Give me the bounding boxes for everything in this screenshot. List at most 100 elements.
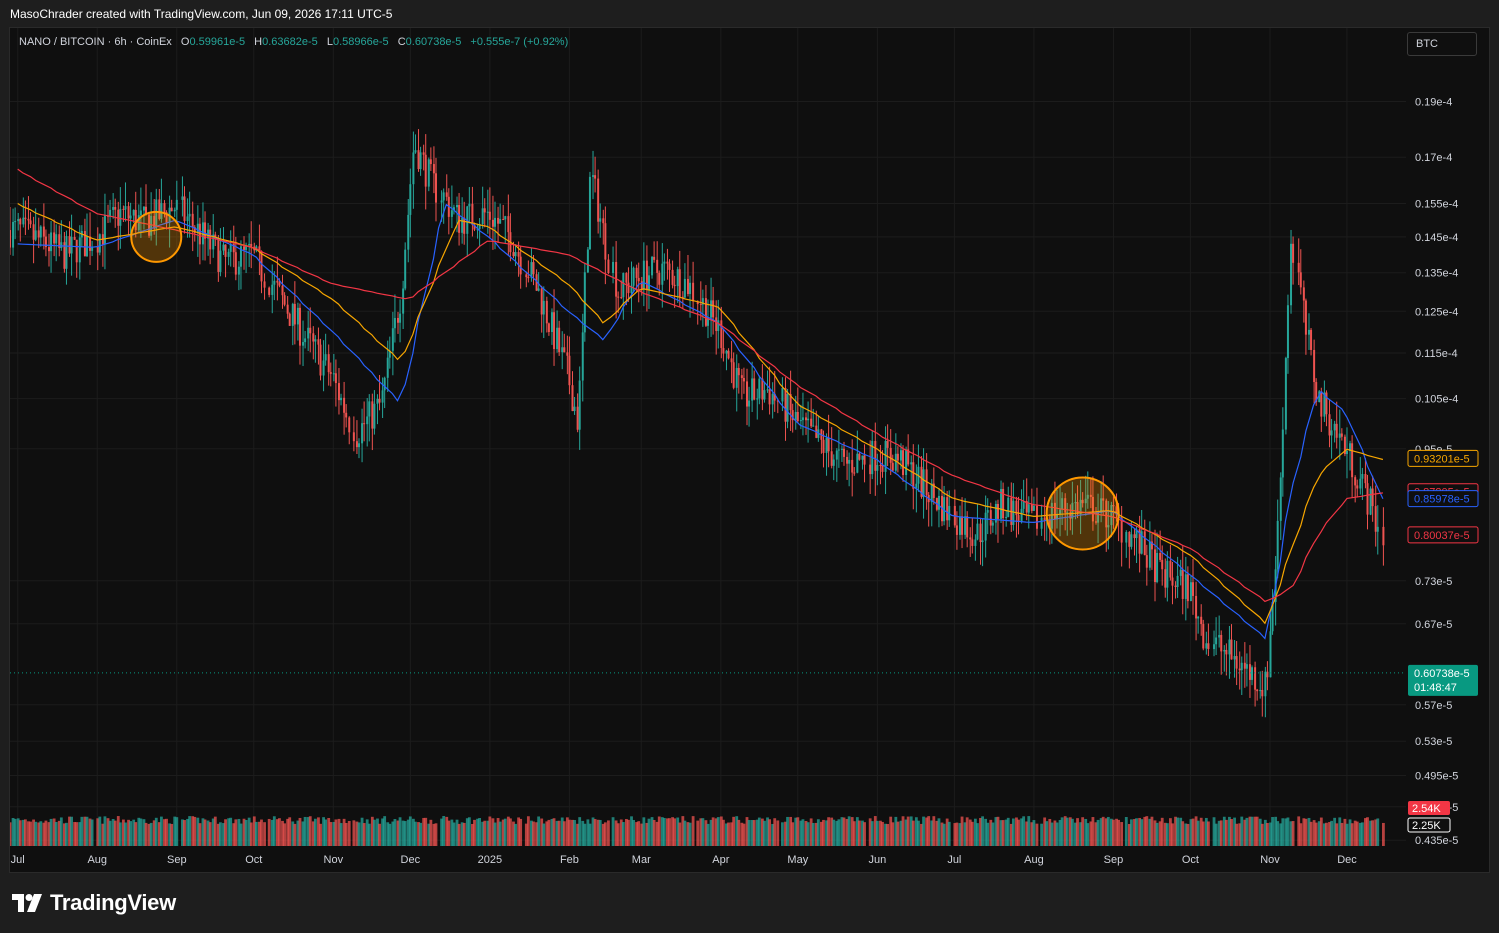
volume-bar: [473, 819, 476, 846]
candle-body: [673, 284, 676, 287]
candle-body: [22, 217, 25, 225]
candle-body: [1235, 656, 1238, 669]
candle-body: [142, 206, 145, 211]
candle-body: [768, 389, 771, 405]
candle-body: [456, 205, 459, 208]
tradingview-logo[interactable]: TradingView: [12, 890, 176, 916]
candle-body: [1020, 508, 1023, 522]
candle-body: [419, 152, 422, 170]
candle-body: [268, 287, 271, 295]
candle-body: [442, 192, 445, 201]
volume-bar: [234, 819, 238, 846]
y-tick-label: 0.135e-4: [1415, 268, 1458, 280]
candle-body: [668, 263, 671, 270]
volume-bar: [1140, 819, 1144, 846]
volume-bar: [678, 822, 682, 846]
volume-bar: [911, 820, 915, 846]
volume-bar: [906, 816, 910, 846]
candle-body: [986, 510, 989, 513]
candle-body: [24, 217, 27, 219]
volume-bar: [1201, 821, 1205, 846]
candle-body: [715, 317, 718, 331]
volume-bar: [701, 818, 705, 846]
candle-body: [175, 199, 178, 210]
volume-bar: [688, 822, 692, 846]
x-tick-label: Dec: [401, 854, 421, 866]
volume-bar: [393, 819, 397, 846]
candle-body: [65, 236, 68, 269]
volume-bar: [955, 822, 959, 846]
candle-body: [856, 453, 859, 473]
currency-button[interactable]: BTC: [1407, 32, 1477, 56]
candle-body: [958, 516, 961, 535]
candle-body: [1240, 662, 1243, 671]
volume-bar: [362, 823, 366, 846]
candle-body: [373, 403, 376, 429]
ma-line-mid: [17, 202, 1384, 625]
volume-bar: [896, 821, 900, 846]
volume-bar: [696, 820, 700, 846]
volume-bar: [588, 823, 592, 846]
volume-bar: [1235, 823, 1239, 846]
candle-body: [612, 261, 615, 273]
candle-body: [324, 354, 327, 361]
price-chart[interactable]: 0.19e-4 0.17e-4 0.155e-4 0.145e-4 0.135e-4 0.…: [10, 28, 1491, 874]
volume-bar: [1060, 817, 1064, 846]
volume-bar: [1150, 816, 1154, 846]
candle-body: [1269, 631, 1272, 678]
candle-body: [1027, 504, 1030, 513]
candle-body: [784, 388, 787, 422]
chart-panel[interactable]: 0.19e-4 0.17e-4 0.155e-4 0.145e-4 0.135e-4 0.…: [9, 27, 1490, 873]
volume-bar: [647, 818, 651, 846]
volume-bar: [1001, 820, 1005, 846]
volume-bar: [752, 820, 756, 846]
volume-bar: [1335, 823, 1339, 846]
candle-body: [846, 456, 849, 464]
candle-body: [704, 298, 707, 326]
candle-body: [286, 304, 289, 314]
candle-body: [132, 209, 135, 216]
y-tick-label: 0.115e-4: [1415, 348, 1458, 360]
candle-body: [17, 219, 20, 222]
volume-bar: [1286, 817, 1290, 846]
volume-bar: [711, 817, 715, 846]
candle-body: [329, 372, 332, 374]
candle-body: [835, 450, 838, 460]
volume-bar: [1350, 823, 1354, 846]
candle-body: [763, 390, 766, 400]
volume-bar: [59, 817, 63, 846]
volume-bar: [18, 820, 22, 846]
highlight-circle: [1045, 476, 1120, 551]
candle-body: [271, 284, 274, 295]
candle-body: [381, 390, 384, 403]
x-tick-label: 2025: [478, 854, 502, 866]
candle-body: [103, 215, 106, 245]
candle-body: [661, 263, 664, 285]
candle-body: [14, 221, 17, 223]
candle-body: [399, 313, 402, 323]
candle-body: [905, 449, 908, 475]
volume-bar: [991, 822, 995, 846]
volume-bar: [1101, 816, 1105, 846]
volume-bar: [1330, 820, 1333, 846]
candle-body: [946, 497, 949, 521]
candle-body: [283, 295, 286, 305]
candle-body: [966, 516, 969, 538]
candle-body: [686, 278, 689, 294]
volume-bar: [408, 816, 412, 846]
candle-body: [622, 273, 625, 298]
moving-averages: [17, 168, 1384, 640]
candle-body: [55, 234, 58, 244]
candle-body: [869, 464, 872, 475]
candle-body: [1186, 574, 1189, 602]
candle-body: [68, 236, 71, 254]
candle-body: [1340, 433, 1343, 437]
candle-body: [358, 443, 360, 448]
volume-bar: [732, 816, 736, 846]
candle-body: [730, 358, 733, 363]
volume-bar: [498, 821, 502, 846]
ma-price-tag-text: 0.93201e-5: [1414, 453, 1470, 465]
volume-bar: [781, 822, 784, 846]
volume-bar: [727, 822, 730, 846]
candle-body: [507, 216, 510, 233]
